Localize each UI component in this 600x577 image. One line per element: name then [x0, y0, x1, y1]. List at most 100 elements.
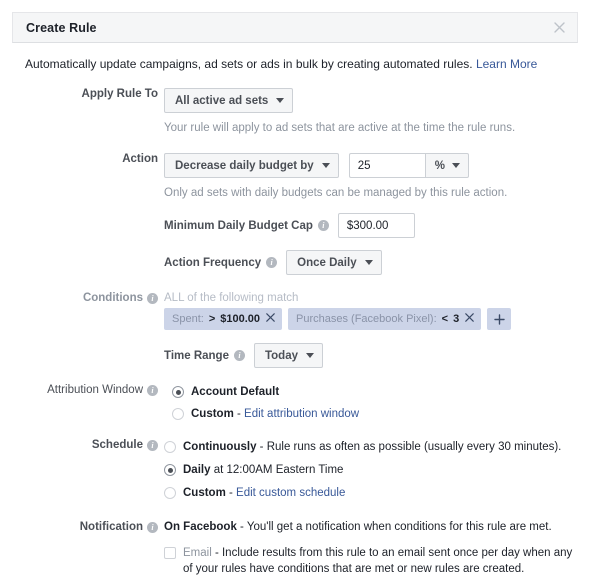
schedule-option-custom[interactable]: Custom - Edit custom schedule [164, 485, 578, 501]
condition-chip-value: $100.00 [220, 313, 260, 325]
notification-email-option[interactable]: Email - Include results from this rule t… [164, 545, 576, 577]
action-helper: Only ad sets with daily budgets can be m… [164, 186, 578, 201]
min-budget-cap-label-group: Minimum Daily Budget Cap i [164, 220, 329, 232]
attribution-window-field: Account Default Custom - Edit attributio… [158, 384, 578, 422]
condition-chip-operator: > [209, 313, 215, 325]
notification-label: Notification [80, 521, 143, 533]
schedule-option-daily[interactable]: Daily at 12:00AM Eastern Time [164, 462, 578, 478]
dialog-body: Automatically update campaigns, ad sets … [12, 43, 578, 577]
add-condition-button[interactable] [487, 308, 511, 330]
close-icon[interactable] [551, 20, 567, 36]
action-row: Action Decrease daily budget by % [12, 153, 578, 275]
action-frequency-select[interactable]: Once Daily [286, 250, 381, 275]
info-icon[interactable]: i [147, 385, 158, 396]
action-frequency-label: Action Frequency [164, 257, 261, 269]
condition-chip[interactable]: Spent: > $100.00 [164, 308, 282, 330]
time-range-label-group: Time Range i [164, 350, 245, 362]
dialog-header: Create Rule [12, 12, 578, 43]
attribution-window-row: Attribution Window i Account Default Cus… [12, 384, 578, 422]
notification-field: On Facebook - You'll get a notification … [158, 521, 578, 577]
chevron-down-icon [452, 163, 460, 168]
schedule-option-rest: - [226, 487, 236, 499]
action-frequency-label-group: Action Frequency i [164, 257, 277, 269]
apply-rule-to-helper: Your rule will apply to ad sets that are… [164, 121, 578, 136]
apply-rule-to-field: All active ad sets Your rule will apply … [158, 88, 578, 136]
notification-on-facebook: On Facebook - You'll get a notification … [164, 521, 578, 533]
schedule-option-rest: - Rule runs as often as possible (usuall… [256, 441, 561, 453]
schedule-option-title: Daily [183, 464, 211, 476]
time-range-row: Time Range i Today [164, 343, 578, 368]
action-controls: Decrease daily budget by % [164, 153, 578, 178]
action-frequency-value: Once Daily [297, 257, 356, 269]
condition-chip-key: Purchases (Facebook Pixel): [296, 313, 437, 325]
schedule-row: Schedule i Continuously - Rule runs as o… [12, 439, 578, 501]
schedule-field: Continuously - Rule runs as often as pos… [158, 439, 578, 501]
attribution-window-label: Attribution Window [47, 384, 143, 396]
notification-row: Notification i On Facebook - You'll get … [12, 521, 578, 577]
info-icon[interactable]: i [234, 350, 245, 361]
create-rule-dialog: Create Rule Automatically update campaig… [12, 12, 578, 577]
close-icon[interactable] [465, 313, 474, 325]
action-unit-value: % [435, 160, 445, 172]
apply-rule-to-select[interactable]: All active ad sets [164, 88, 293, 113]
radio-schedule-continuously[interactable] [164, 441, 176, 453]
attribution-window-label-group: Attribution Window i [12, 384, 158, 396]
schedule-label: Schedule [92, 439, 143, 451]
time-range-select[interactable]: Today [254, 343, 323, 368]
chevron-down-icon [365, 260, 373, 265]
action-unit-select[interactable]: % [425, 153, 469, 178]
attribution-option-custom[interactable]: Custom - Edit attribution window [172, 406, 578, 422]
action-frequency-row: Action Frequency i Once Daily [164, 250, 578, 275]
min-budget-cap-row: Minimum Daily Budget Cap i [164, 213, 578, 238]
min-budget-cap-label: Minimum Daily Budget Cap [164, 220, 313, 232]
schedule-label-group: Schedule i [12, 439, 158, 451]
radio-schedule-daily[interactable] [164, 464, 176, 476]
chevron-down-icon [306, 353, 314, 358]
condition-chip-key: Spent: [172, 313, 204, 325]
notification-email-rest: - Include results from this rule to an e… [183, 547, 572, 575]
action-label: Action [12, 153, 158, 165]
schedule-option-title: Continuously [183, 441, 256, 453]
plus-icon [494, 314, 505, 325]
conditions-match-text: ALL of the following match [164, 292, 578, 304]
info-icon[interactable]: i [147, 522, 158, 533]
condition-chip-operator: < [442, 313, 448, 325]
min-budget-cap-input[interactable] [338, 213, 415, 238]
intro-text: Automatically update campaigns, ad sets … [25, 57, 473, 71]
schedule-option-title: Custom [183, 487, 226, 499]
apply-rule-to-label: Apply Rule To [12, 88, 158, 100]
notification-on-facebook-title: On Facebook [164, 521, 237, 533]
conditions-row: Conditions i ALL of the following match … [12, 292, 578, 368]
schedule-option-rest: at 12:00AM Eastern Time [211, 464, 344, 476]
attribution-option-title: Custom [191, 408, 234, 420]
conditions-label: Conditions [83, 292, 143, 304]
attribution-option-title: Account Default [191, 386, 279, 398]
radio-attribution-custom[interactable] [172, 408, 184, 420]
time-range-label: Time Range [164, 350, 229, 362]
notification-email-title: Email [183, 547, 212, 559]
conditions-label-group: Conditions i [12, 292, 158, 304]
learn-more-link[interactable]: Learn More [476, 57, 537, 71]
radio-schedule-custom[interactable] [164, 487, 176, 499]
chevron-down-icon [322, 163, 330, 168]
apply-rule-to-row: Apply Rule To All active ad sets Your ru… [12, 88, 578, 136]
action-field: Decrease daily budget by % Only ad sets … [158, 153, 578, 275]
radio-account-default[interactable] [172, 386, 184, 398]
info-icon[interactable]: i [318, 220, 329, 231]
info-icon[interactable]: i [147, 440, 158, 451]
checkbox-email-notification[interactable] [164, 547, 176, 559]
schedule-option-continuously[interactable]: Continuously - Rule runs as often as pos… [164, 439, 578, 455]
attribution-option-account-default[interactable]: Account Default [172, 384, 578, 400]
close-icon[interactable] [266, 313, 275, 325]
notification-label-group: Notification i [12, 521, 158, 533]
conditions-field: ALL of the following match Spent: > $100… [158, 292, 578, 368]
action-type-value: Decrease daily budget by [175, 160, 314, 172]
info-icon[interactable]: i [147, 293, 158, 304]
edit-attribution-window-link[interactable]: Edit attribution window [244, 408, 359, 420]
edit-custom-schedule-link[interactable]: Edit custom schedule [236, 487, 345, 499]
condition-chip[interactable]: Purchases (Facebook Pixel): < 3 [288, 308, 481, 330]
info-icon[interactable]: i [266, 257, 277, 268]
action-amount-input[interactable] [349, 153, 425, 178]
conditions-chip-list: Spent: > $100.00 Purchases (Facebook Pix… [164, 308, 578, 330]
action-type-select[interactable]: Decrease daily budget by [164, 153, 339, 178]
